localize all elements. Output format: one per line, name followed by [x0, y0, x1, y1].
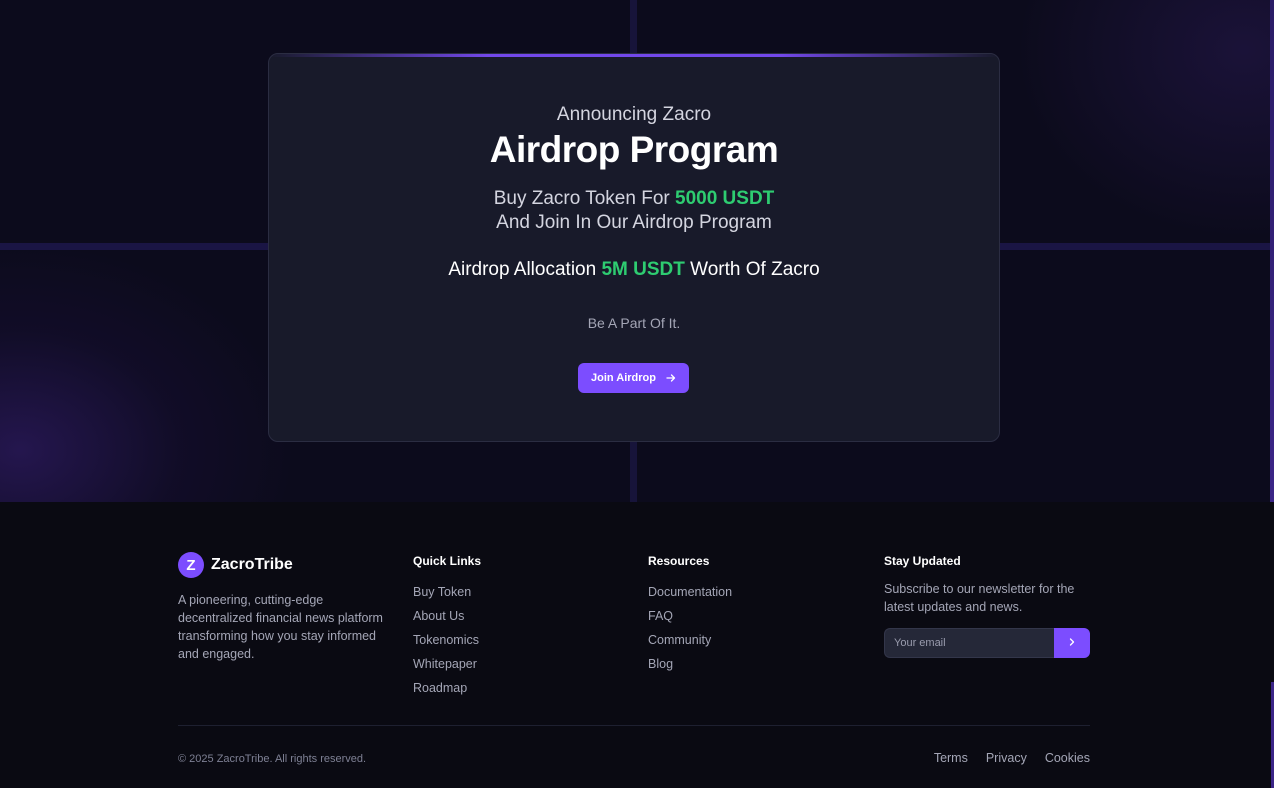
link-terms[interactable]: Terms [934, 751, 968, 765]
arrow-right-icon [666, 373, 676, 383]
link-roadmap[interactable]: Roadmap [413, 680, 481, 696]
link-community[interactable]: Community [648, 632, 732, 648]
link-tokenomics[interactable]: Tokenomics [413, 632, 481, 648]
brand-description: A pioneering, cutting-edge decentralized… [178, 593, 383, 661]
join-text: And Join In Our Airdrop Program [496, 212, 772, 233]
quick-links-column: Quick Links Buy Token About Us Tokenomic… [413, 554, 481, 704]
link-buy-token[interactable]: Buy Token [413, 584, 481, 600]
newsletter-form [884, 628, 1090, 658]
page-title: Airdrop Program [489, 129, 779, 170]
allocation-suffix: Worth Of Zacro [684, 259, 820, 280]
link-cookies[interactable]: Cookies [1045, 751, 1090, 765]
join-airdrop-button[interactable]: Join Airdrop [578, 363, 689, 393]
link-blog[interactable]: Blog [648, 656, 732, 672]
airdrop-card: Announcing Zacro Airdrop Program Buy Zac… [268, 53, 1000, 442]
brand-name: ZacroTribe [211, 556, 293, 573]
join-airdrop-label: Join Airdrop [591, 372, 656, 384]
resources-column: Resources Documentation FAQ Community Bl… [648, 554, 732, 680]
brand[interactable]: Z ZacroTribe [178, 552, 293, 578]
allocation-amount: 5M USDT [601, 259, 685, 280]
legal-links: Terms Privacy Cookies [934, 751, 1090, 765]
newsletter-description: Subscribe to our newsletter for the late… [884, 582, 1075, 614]
buy-text: Buy Zacro Token For 5000 USDT [269, 187, 999, 211]
site-footer: Z ZacroTribe A pioneering, cutting-edge … [0, 502, 1274, 788]
buy-amount: 5000 USDT [675, 188, 775, 209]
link-whitepaper[interactable]: Whitepaper [413, 656, 481, 672]
copyright: © 2025 ZacroTribe. All rights reserved. [178, 753, 367, 765]
footer-divider [178, 725, 1090, 726]
newsletter-title: Stay Updated [884, 554, 961, 568]
link-privacy[interactable]: Privacy [986, 751, 1027, 765]
background-glow [0, 240, 300, 502]
link-documentation[interactable]: Documentation [648, 584, 732, 600]
email-field[interactable] [884, 628, 1054, 658]
scroll-edge [1270, 0, 1274, 502]
link-about-us[interactable]: About Us [413, 608, 481, 624]
background-glow [1014, 0, 1274, 240]
announcement-kicker: Announcing Zacro [556, 104, 712, 125]
hero-section: Announcing Zacro Airdrop Program Buy Zac… [0, 0, 1274, 502]
resources-title: Resources [648, 554, 710, 568]
buy-prefix: Buy Zacro Token For [493, 188, 675, 209]
chevron-right-icon [1068, 634, 1076, 652]
card-accent-line [269, 54, 999, 57]
allocation-prefix: Airdrop Allocation [448, 259, 602, 280]
link-faq[interactable]: FAQ [648, 608, 732, 624]
tagline: Be A Part Of It. [587, 315, 681, 331]
subscribe-button[interactable] [1054, 628, 1090, 658]
newsletter-column: Stay Updated Subscribe to our newsletter… [884, 554, 1090, 658]
quick-links-title: Quick Links [413, 554, 482, 568]
allocation-text: Airdrop Allocation 5M USDT Worth Of Zacr… [269, 258, 999, 282]
logo: Z [178, 552, 204, 578]
